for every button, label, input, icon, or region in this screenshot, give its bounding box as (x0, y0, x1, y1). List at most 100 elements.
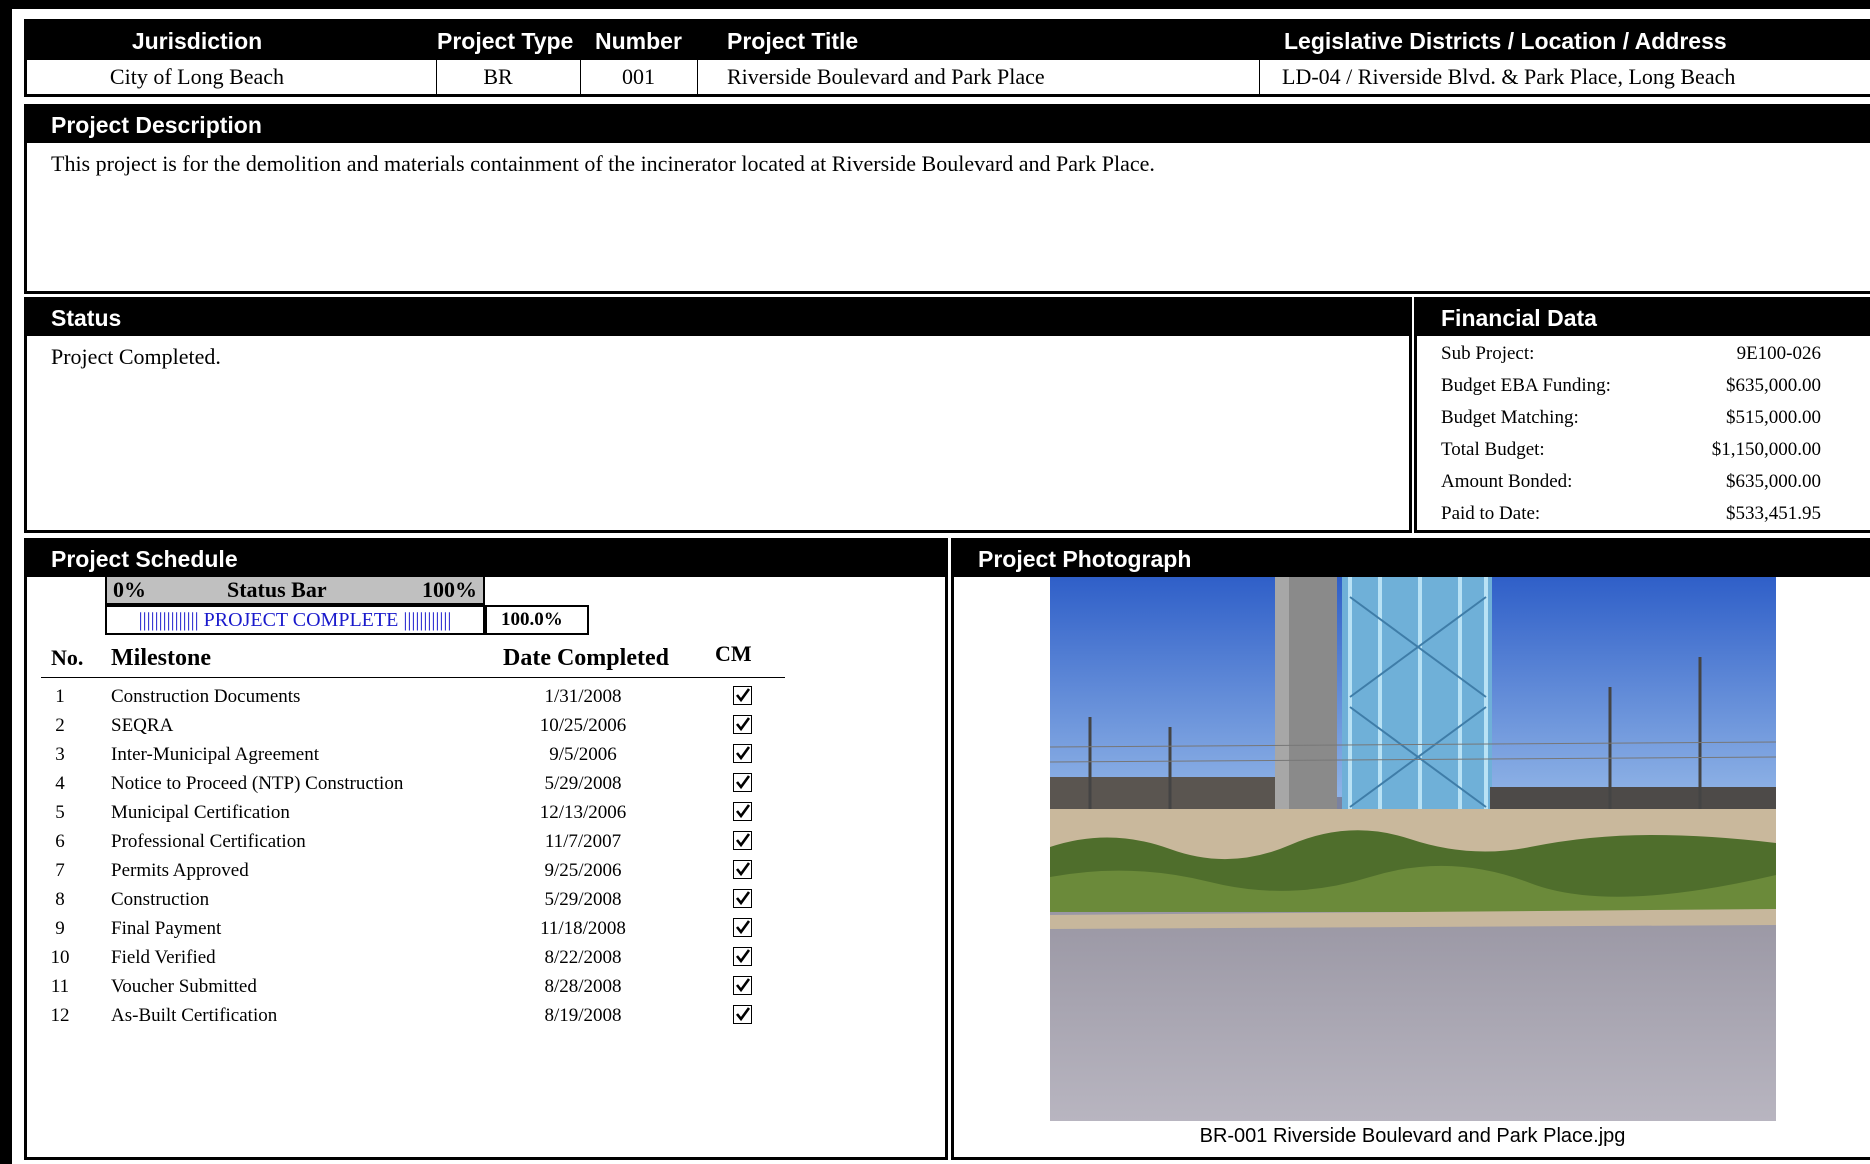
milestone-date: 11/18/2008 (540, 918, 626, 939)
col-number: Number (595, 28, 682, 54)
financial-value: $635,000.00 (1726, 471, 1821, 492)
milestone-number: 4 (55, 773, 65, 794)
milestone-name: Final Payment (111, 918, 222, 939)
financial-label: Paid to Date: (1441, 503, 1541, 524)
milestone-row: 9 Final Payment 11/18/2008 (27, 914, 797, 943)
cm-checkbox[interactable] (733, 831, 752, 850)
financial-label: Budget EBA Funding: (1441, 375, 1611, 396)
milestone-number: 5 (55, 802, 65, 823)
milestone-name: Construction Documents (111, 686, 301, 707)
milestone-number: 12 (50, 1005, 70, 1026)
milestone-row: 10 Field Verified 8/22/2008 (27, 943, 797, 972)
cm-checkbox[interactable] (733, 918, 752, 937)
financial-row: Sub Project: 9E100-026 (1441, 338, 1821, 370)
checkmark-icon (735, 1007, 751, 1022)
milestone-name: Voucher Submitted (111, 976, 257, 997)
cm-checkbox[interactable] (733, 715, 752, 734)
status-bar-percent: 100.0% (485, 605, 589, 635)
checkmark-icon (735, 688, 751, 703)
cm-checkbox[interactable] (733, 773, 752, 792)
jurisdiction-value: City of Long Beach (109, 64, 285, 89)
financial-value: $635,000.00 (1726, 375, 1821, 396)
milestone-number: 6 (55, 831, 65, 852)
milestone-number: 3 (55, 744, 65, 765)
milestone-row: 11 Voucher Submitted 8/28/2008 (27, 972, 797, 1001)
header-divider (41, 677, 785, 678)
status-bar-min: 0% (113, 577, 146, 602)
checkmark-icon (735, 833, 751, 848)
milestone-date: 5/29/2008 (544, 773, 622, 794)
cm-checkbox[interactable] (733, 889, 752, 908)
checkmark-icon (735, 949, 751, 964)
value-row: City of Long Beach BR 001 Riverside Boul… (27, 60, 1870, 94)
cm-checkbox[interactable] (733, 744, 752, 763)
cm-checkbox[interactable] (733, 860, 752, 879)
col-project-type: Project Type (437, 28, 574, 54)
checkmark-icon (735, 775, 751, 790)
financial-value: 9E100-026 (1736, 343, 1821, 364)
project-type-value: BR (483, 64, 513, 89)
milestone-name: Inter-Municipal Agreement (111, 744, 320, 765)
header-date-completed: Date Completed (503, 645, 669, 671)
milestone-row: 6 Professional Certification 11/7/2007 (27, 827, 797, 856)
milestone-name: SEQRA (111, 715, 174, 736)
milestone-date: 11/7/2007 (544, 831, 622, 852)
milestone-date: 9/5/2006 (549, 744, 617, 765)
milestone-row: 8 Construction 5/29/2008 (27, 885, 797, 914)
status-bar-max: 100% (422, 577, 477, 602)
header-cm: CM (715, 641, 752, 666)
cm-checkbox[interactable] (733, 802, 752, 821)
financial-value: $515,000.00 (1726, 407, 1821, 428)
milestone-number: 2 (55, 715, 65, 736)
milestone-name: Notice to Proceed (NTP) Construction (111, 773, 404, 794)
status-bar: ||||||||||||||| PROJECT COMPLETE |||||||… (105, 605, 485, 635)
project-header-table: Jurisdiction Project Type Number Project… (24, 19, 1870, 97)
header-row: Jurisdiction Project Type Number Project… (27, 22, 1870, 60)
financial-label: Budget Matching: (1441, 407, 1579, 428)
milestone-date: 8/19/2008 (544, 1005, 622, 1026)
milestone-number: 1 (55, 686, 65, 707)
schedule-panel: Project Schedule 0% Status Bar 100% ||||… (24, 538, 948, 1160)
checkmark-icon (735, 804, 751, 819)
checkmark-icon (735, 891, 751, 906)
financial-row: Amount Bonded: $635,000.00 (1441, 466, 1821, 498)
milestone-number: 8 (55, 889, 65, 910)
status-title: Status (27, 300, 1409, 336)
header-no: No. (51, 645, 84, 670)
milestone-name: Municipal Certification (111, 802, 290, 823)
milestone-row: 1 Construction Documents 1/31/2008 (27, 682, 797, 711)
milestone-date: 1/31/2008 (544, 686, 622, 707)
description-text: This project is for the demolition and m… (51, 151, 1155, 176)
milestone-row: 12 As-Built Certification 8/19/2008 (27, 1001, 797, 1030)
cm-checkbox[interactable] (733, 1005, 752, 1024)
status-bar-scale: 0% Status Bar 100% (105, 575, 485, 605)
project-photo (1050, 577, 1776, 1121)
financial-label: Total Budget: (1441, 439, 1545, 460)
milestone-name: Permits Approved (111, 860, 249, 881)
location-value: LD-04 / Riverside Blvd. & Park Place, Lo… (1282, 64, 1736, 89)
milestone-number: 11 (50, 976, 70, 997)
header-milestone: Milestone (111, 645, 211, 671)
cm-checkbox[interactable] (733, 947, 752, 966)
milestone-number: 10 (50, 947, 70, 968)
checkmark-icon (735, 717, 751, 732)
financial-value: $533,451.95 (1726, 503, 1821, 524)
status-bar-label: Status Bar (227, 577, 327, 602)
milestone-row: 3 Inter-Municipal Agreement 9/5/2006 (27, 740, 797, 769)
milestone-row: 5 Municipal Certification 12/13/2006 (27, 798, 797, 827)
photo-caption: BR-001 Riverside Boulevard and Park Plac… (1199, 1125, 1626, 1147)
cm-checkbox[interactable] (733, 976, 752, 995)
milestone-name: Construction (111, 889, 210, 910)
status-text: Project Completed. (51, 344, 221, 369)
col-jurisdiction: Jurisdiction (131, 28, 263, 54)
financial-row: Paid to Date: $533,451.95 (1441, 498, 1821, 530)
milestone-number: 7 (55, 860, 65, 881)
financial-row: Budget EBA Funding: $635,000.00 (1441, 370, 1821, 402)
description-panel: Project Description This project is for … (24, 104, 1870, 294)
milestone-date: 8/22/2008 (544, 947, 622, 968)
financial-title: Financial Data (1417, 300, 1870, 336)
status-bar-text: ||||||||||||||| PROJECT COMPLETE |||||||… (138, 609, 452, 631)
cm-checkbox[interactable] (733, 686, 752, 705)
financial-label: Sub Project: (1441, 343, 1535, 364)
financial-row: Total Budget: $1,150,000.00 (1441, 434, 1821, 466)
